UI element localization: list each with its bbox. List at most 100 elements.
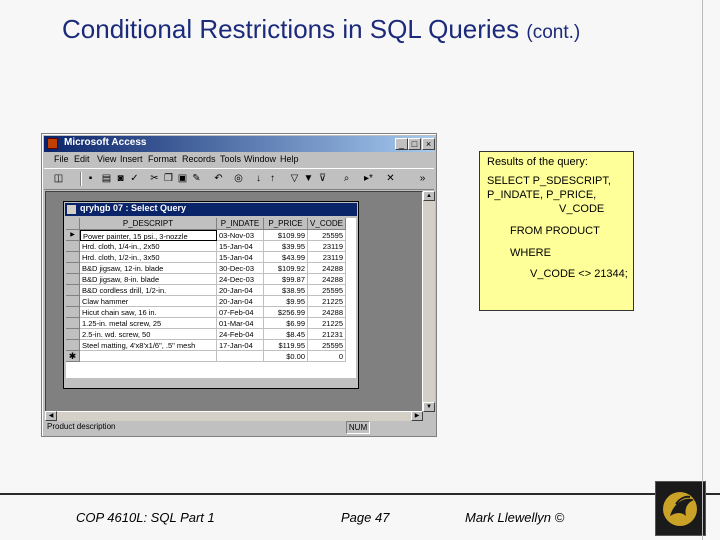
current-record-icon[interactable]: ▶: [66, 230, 80, 241]
column-header-p-indate[interactable]: P_INDATE: [217, 218, 264, 230]
delete-record-icon[interactable]: ✕: [384, 172, 397, 185]
apply-filter-icon[interactable]: ⊽: [316, 172, 329, 185]
query-titlebar[interactable]: qryhgb 07 : Select Query: [65, 203, 357, 216]
column-header-p-descript[interactable]: P_DESCRIPT: [80, 218, 217, 230]
cell-indate[interactable]: 07-Feb-04: [217, 307, 264, 318]
scroll-up-icon[interactable]: ▲: [423, 191, 435, 201]
cell-descript[interactable]: Power painter, 15 psi., 3-nozzle: [80, 230, 217, 241]
cell-indate[interactable]: 20-Jan-04: [217, 285, 264, 296]
spelling-icon[interactable]: ✓: [128, 172, 141, 185]
new-record-row[interactable]: ✱ $0.00 0: [66, 351, 356, 362]
cell-price[interactable]: $119.95: [264, 340, 308, 351]
table-row[interactable]: B&D cordless drill, 1/2-in. 20-Jan-04 $3…: [66, 285, 356, 296]
table-row[interactable]: 1.25-in. metal screw, 25 01-Mar-04 $6.99…: [66, 318, 356, 329]
cell-price[interactable]: $109.99: [264, 230, 308, 241]
undo-icon[interactable]: ↶: [212, 172, 225, 185]
cell-price[interactable]: $8.45: [264, 329, 308, 340]
menu-format[interactable]: Format: [148, 154, 177, 164]
select-all-corner[interactable]: [66, 218, 80, 230]
cell-vcode[interactable]: 25595: [308, 340, 346, 351]
cell-price[interactable]: $256.99: [264, 307, 308, 318]
cell-vcode[interactable]: 25595: [308, 285, 346, 296]
format-painter-icon[interactable]: ✎: [190, 172, 203, 185]
menu-records[interactable]: Records: [182, 154, 216, 164]
cell-descript[interactable]: Hrd. cloth, 1/2-in., 3x50: [80, 252, 217, 263]
cell-vcode[interactable]: 21225: [308, 318, 346, 329]
menu-insert[interactable]: Insert: [120, 154, 143, 164]
print-icon[interactable]: ▤: [100, 172, 113, 185]
cell-vcode[interactable]: 24288: [308, 263, 346, 274]
cell-vcode[interactable]: 21231: [308, 329, 346, 340]
cell-indate[interactable]: 15-Jan-04: [217, 252, 264, 263]
minimize-button[interactable]: _: [395, 138, 408, 150]
access-titlebar[interactable]: Microsoft Access _ □ ×: [44, 136, 435, 152]
record-selector[interactable]: [66, 318, 80, 329]
scroll-right-icon[interactable]: ▶: [411, 411, 423, 421]
cut-icon[interactable]: ✂: [148, 172, 161, 185]
cell-indate[interactable]: 24-Feb-04: [217, 329, 264, 340]
scroll-left-icon[interactable]: ◀: [45, 411, 57, 421]
menu-file[interactable]: File: [54, 154, 69, 164]
cell-vcode[interactable]: 24288: [308, 307, 346, 318]
cell-price[interactable]: $38.95: [264, 285, 308, 296]
record-selector[interactable]: [66, 307, 80, 318]
cell-price[interactable]: $0.00: [264, 351, 308, 362]
close-button[interactable]: ×: [422, 138, 435, 150]
record-selector[interactable]: [66, 274, 80, 285]
save-icon[interactable]: ▪: [84, 172, 97, 185]
cell-vcode[interactable]: 23119: [308, 241, 346, 252]
record-selector[interactable]: [66, 296, 80, 307]
table-row[interactable]: 2.5-in. wd. screw, 50 24-Feb-04 $8.45 21…: [66, 329, 356, 340]
table-row[interactable]: B&D jigsaw, 8-in. blade 24-Dec-03 $99.87…: [66, 274, 356, 285]
new-record-icon[interactable]: ▸*: [362, 172, 375, 185]
table-row[interactable]: Claw hammer 20-Jan-04 $9.95 21225: [66, 296, 356, 307]
cell-indate[interactable]: [217, 351, 264, 362]
print-preview-icon[interactable]: ◙: [114, 172, 127, 185]
cell-price[interactable]: $109.92: [264, 263, 308, 274]
cell-descript[interactable]: Claw hammer: [80, 296, 217, 307]
record-selector[interactable]: [66, 241, 80, 252]
cell-descript[interactable]: B&D jigsaw, 8-in. blade: [80, 274, 217, 285]
table-row[interactable]: Hrd. cloth, 1/4-in., 2x50 15-Jan-04 $39.…: [66, 241, 356, 252]
cell-price[interactable]: $6.99: [264, 318, 308, 329]
cell-vcode[interactable]: 25595: [308, 230, 346, 241]
scroll-down-icon[interactable]: ▼: [423, 402, 435, 412]
insert-hyperlink-icon[interactable]: ◎: [232, 172, 245, 185]
horizontal-scrollbar[interactable]: ◀ ▶: [45, 411, 423, 421]
cell-price[interactable]: $99.87: [264, 274, 308, 285]
cell-indate[interactable]: 24-Dec-03: [217, 274, 264, 285]
cell-indate[interactable]: 17-Jan-04: [217, 340, 264, 351]
toolbar-more-icon[interactable]: »: [416, 172, 429, 185]
menu-tools[interactable]: Tools: [220, 154, 241, 164]
find-icon[interactable]: ⌕: [340, 172, 353, 185]
cell-descript[interactable]: Hicut chain saw, 16 in.: [80, 307, 217, 318]
cell-indate[interactable]: 15-Jan-04: [217, 241, 264, 252]
table-row[interactable]: Steel matting, 4'x8'x1/6", .5" mesh 17-J…: [66, 340, 356, 351]
cell-indate[interactable]: 03-Nov-03: [217, 230, 264, 241]
sort-descending-icon[interactable]: ↑: [266, 172, 279, 185]
paste-icon[interactable]: ▣: [176, 172, 189, 185]
cell-indate[interactable]: 30-Dec-03: [217, 263, 264, 274]
cell-descript[interactable]: 1.25-in. metal screw, 25: [80, 318, 217, 329]
cell-descript[interactable]: [80, 351, 217, 362]
table-row[interactable]: Hrd. cloth, 1/2-in., 3x50 15-Jan-04 $43.…: [66, 252, 356, 263]
table-row[interactable]: B&D jigsaw, 12-in. blade 30-Dec-03 $109.…: [66, 263, 356, 274]
record-selector[interactable]: [66, 252, 80, 263]
record-selector[interactable]: [66, 263, 80, 274]
filter-by-form-icon[interactable]: ▼: [302, 172, 315, 185]
cell-indate[interactable]: 01-Mar-04: [217, 318, 264, 329]
copy-icon[interactable]: ❐: [162, 172, 175, 185]
cell-vcode[interactable]: 0: [308, 351, 346, 362]
menu-help[interactable]: Help: [280, 154, 299, 164]
cell-vcode[interactable]: 21225: [308, 296, 346, 307]
record-selector[interactable]: [66, 329, 80, 340]
view-icon[interactable]: ◫: [52, 172, 65, 185]
cell-price[interactable]: $43.99: [264, 252, 308, 263]
maximize-button[interactable]: □: [408, 138, 421, 150]
cell-descript[interactable]: B&D jigsaw, 12-in. blade: [80, 263, 217, 274]
cell-price[interactable]: $39.95: [264, 241, 308, 252]
cell-vcode[interactable]: 24288: [308, 274, 346, 285]
sort-ascending-icon[interactable]: ↓: [252, 172, 265, 185]
cell-descript[interactable]: B&D cordless drill, 1/2-in.: [80, 285, 217, 296]
new-record-icon[interactable]: ✱: [66, 351, 80, 362]
